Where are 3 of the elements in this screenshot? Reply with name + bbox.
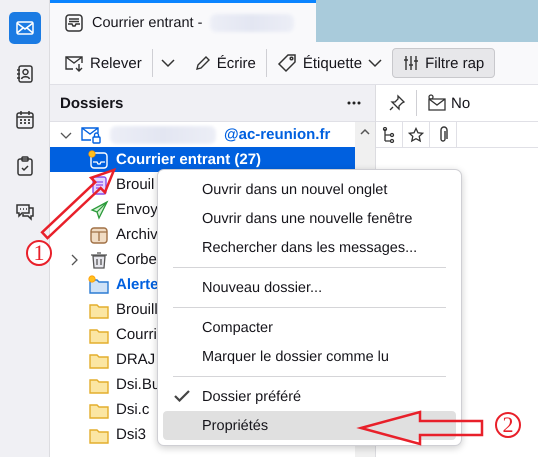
tab-title: Courrier entrant -	[92, 14, 202, 30]
step-number: 2	[495, 412, 521, 438]
pane-title: Dossiers	[60, 94, 124, 112]
